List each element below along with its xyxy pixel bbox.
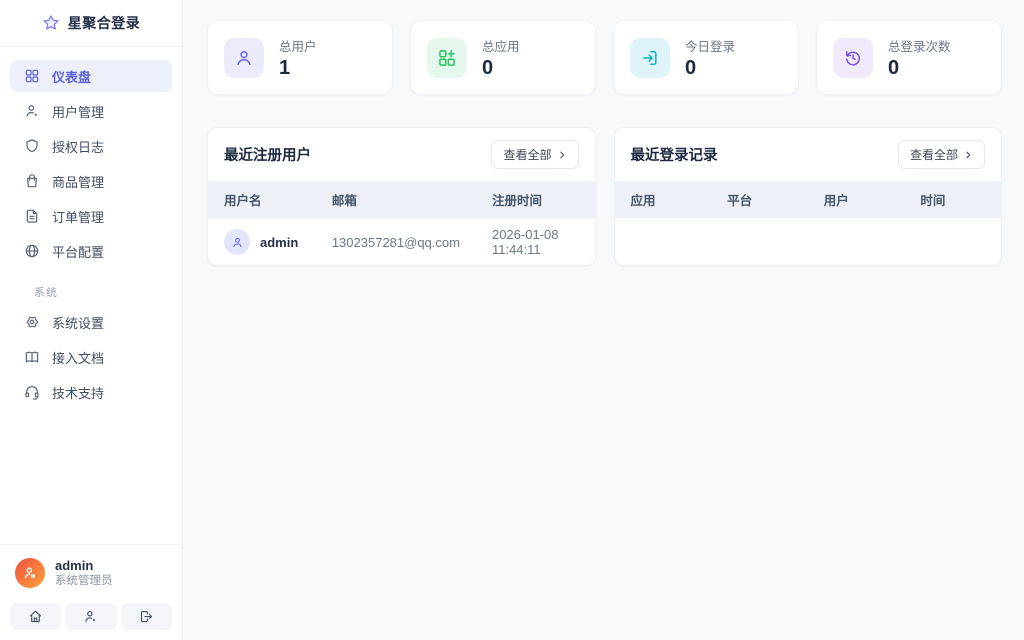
- sidebar-item-system-settings[interactable]: 系统设置: [10, 306, 172, 338]
- panels-row: 最近注册用户 查看全部 用户名 邮箱 注册时间: [207, 127, 1002, 266]
- recent-users-table: 用户名 邮箱 注册时间: [208, 181, 595, 265]
- empty-table-body: [615, 218, 1002, 260]
- user-icon: [83, 609, 98, 624]
- view-all-users-button[interactable]: 查看全部: [491, 140, 578, 169]
- document-icon: [24, 208, 40, 224]
- stat-value: 0: [888, 57, 951, 80]
- user-name: admin: [55, 558, 113, 574]
- user-icon: [224, 38, 264, 78]
- gear-icon: [24, 314, 40, 330]
- sidebar-item-platform-config[interactable]: 平台配置: [10, 235, 172, 267]
- user-role: 系统管理员: [55, 574, 113, 589]
- sidebar-item-label: 商品管理: [52, 172, 104, 191]
- column-header: 邮箱: [316, 181, 476, 219]
- home-icon: [28, 609, 43, 624]
- avatar: [15, 558, 45, 588]
- row-time: 2026-01-08 11:44:11: [476, 219, 595, 266]
- users-icon: [24, 103, 40, 119]
- stat-value: 1: [279, 57, 317, 80]
- apps-icon: [427, 38, 467, 78]
- stat-card-total-apps: 总应用 0: [410, 20, 596, 95]
- chevron-right-icon: [963, 150, 973, 160]
- panel-title: 最近注册用户: [224, 144, 311, 165]
- logout-button[interactable]: [121, 603, 172, 630]
- stat-label: 总用户: [279, 36, 317, 55]
- column-header: 时间: [904, 181, 1001, 218]
- stat-label: 今日登录: [685, 36, 735, 55]
- sidebar-item-label: 用户管理: [52, 102, 104, 121]
- stat-card-total-logins: 总登录次数 0: [816, 20, 1002, 95]
- recent-logins-panel: 最近登录记录 查看全部 应用 平台 用户 时间: [614, 127, 1003, 266]
- headset-icon: [24, 384, 40, 400]
- stats-row: 总用户 1 总应用 0 今日登录: [207, 20, 1002, 95]
- dashboard-icon: [24, 68, 40, 84]
- shopping-bag-icon: [24, 173, 40, 189]
- row-email: 1302357281@qq.com: [316, 219, 476, 266]
- recent-logins-table: 应用 平台 用户 时间: [615, 181, 1002, 260]
- logout-icon: [139, 609, 154, 624]
- shield-icon: [24, 138, 40, 154]
- table-row: admin 1302357281@qq.com 2026-01-08 11:44…: [208, 219, 595, 266]
- column-header: 平台: [711, 181, 808, 218]
- sidebar-item-label: 系统设置: [52, 313, 104, 332]
- sidebar-item-orders[interactable]: 订单管理: [10, 200, 172, 232]
- panel-title: 最近登录记录: [631, 144, 718, 165]
- column-header: 应用: [615, 181, 712, 218]
- sidebar-item-label: 接入文档: [52, 348, 104, 367]
- home-button[interactable]: [10, 603, 61, 630]
- book-icon: [24, 349, 40, 365]
- stat-label: 总应用: [482, 36, 520, 55]
- stat-value: 0: [482, 57, 520, 80]
- sidebar-item-products[interactable]: 商品管理: [10, 165, 172, 197]
- column-header: 用户: [808, 181, 905, 218]
- column-header: 用户名: [208, 181, 316, 219]
- sidebar: 星聚合登录 仪表盘 用户管理: [0, 0, 183, 640]
- app-logo: 星聚合登录: [0, 0, 182, 47]
- main-content: 总用户 1 总应用 0 今日登录: [183, 0, 1024, 640]
- globe-icon: [24, 243, 40, 259]
- sidebar-item-users[interactable]: 用户管理: [10, 95, 172, 127]
- stat-card-total-users: 总用户 1: [207, 20, 393, 95]
- recent-users-panel: 最近注册用户 查看全部 用户名 邮箱 注册时间: [207, 127, 596, 266]
- sidebar-item-dashboard[interactable]: 仪表盘: [10, 60, 172, 92]
- row-avatar: [224, 229, 250, 255]
- view-all-logins-button[interactable]: 查看全部: [898, 140, 985, 169]
- row-username: admin: [260, 235, 298, 250]
- sidebar-item-label: 平台配置: [52, 242, 104, 261]
- stat-label: 总登录次数: [888, 36, 951, 55]
- login-icon: [630, 38, 670, 78]
- sidebar-item-support[interactable]: 技术支持: [10, 376, 172, 408]
- column-header: 注册时间: [476, 181, 595, 219]
- sidebar-nav: 仪表盘 用户管理 授权日志: [0, 47, 182, 411]
- sidebar-section-label: 系统: [10, 270, 172, 306]
- stat-card-today-logins: 今日登录 0: [613, 20, 799, 95]
- sidebar-item-auth-logs[interactable]: 授权日志: [10, 130, 172, 162]
- current-user: admin 系统管理员: [10, 558, 172, 589]
- view-all-label: 查看全部: [503, 146, 551, 163]
- view-all-label: 查看全部: [910, 146, 958, 163]
- chevron-right-icon: [557, 150, 567, 160]
- sidebar-item-label: 仪表盘: [52, 67, 91, 86]
- sidebar-item-label: 技术支持: [52, 383, 104, 402]
- profile-button[interactable]: [65, 603, 116, 630]
- stat-value: 0: [685, 57, 735, 80]
- sidebar-item-label: 订单管理: [52, 207, 104, 226]
- app-title: 星聚合登录: [68, 13, 141, 33]
- sidebar-footer: admin 系统管理员: [0, 544, 182, 640]
- history-icon: [833, 38, 873, 78]
- sidebar-item-docs[interactable]: 接入文档: [10, 341, 172, 373]
- sidebar-item-label: 授权日志: [52, 137, 104, 156]
- star-logo-icon: [42, 14, 60, 32]
